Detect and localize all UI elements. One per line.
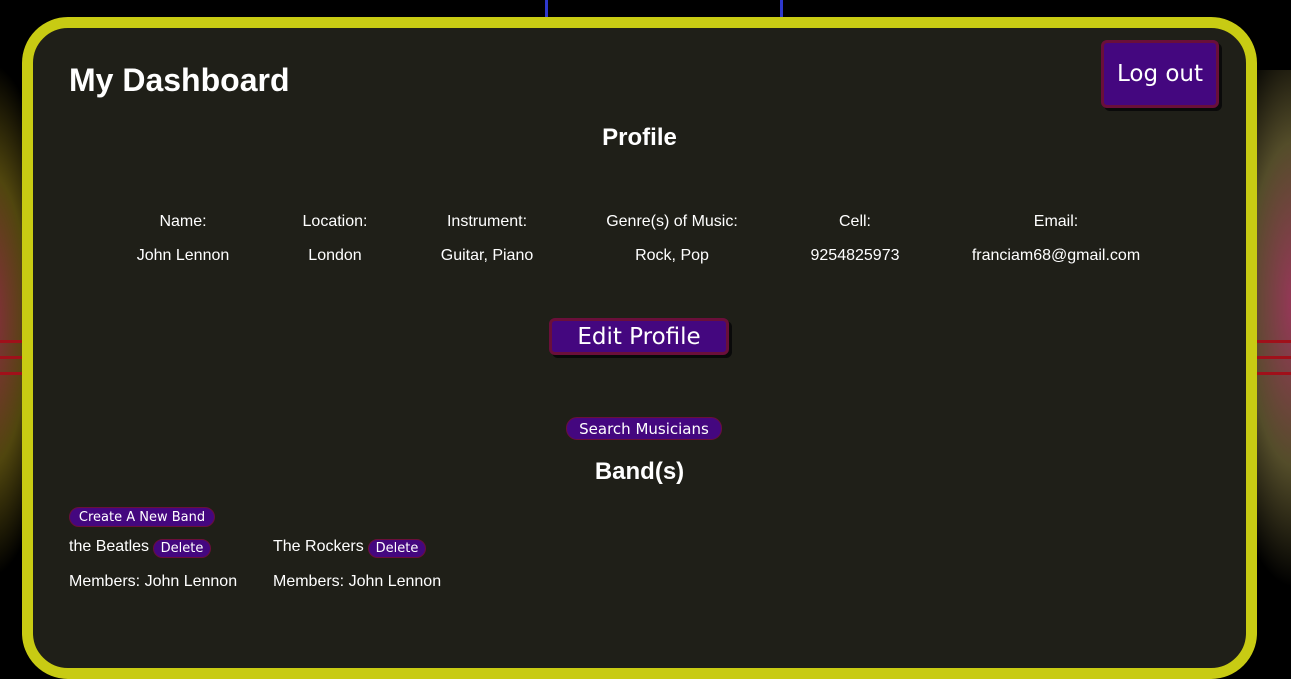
profile-heading: Profile (602, 124, 677, 151)
field-label: Genre(s) of Music: (606, 213, 738, 230)
band-name: the Beatles (69, 538, 150, 555)
field-value: franciam68@gmail.com (971, 247, 1141, 264)
background-stripe (1256, 356, 1291, 359)
background-streak (545, 0, 548, 18)
delete-band-button[interactable]: Delete (153, 539, 211, 558)
background-stripe (0, 356, 22, 359)
field-value: John Lennon (136, 247, 230, 264)
dashboard-panel: My Dashboard Log out Profile Name: John … (22, 17, 1257, 679)
band-members: Members: John Lennon (273, 573, 442, 590)
field-label: Instrument: (446, 213, 528, 230)
band-name: The Rockers (273, 538, 364, 555)
delete-band-button[interactable]: Delete (368, 539, 426, 558)
field-label: Email: (1033, 213, 1079, 230)
background-streak (780, 0, 783, 18)
field-label: Location: (302, 213, 368, 230)
background-stripe (0, 372, 22, 375)
field-value: Rock, Pop (635, 247, 709, 264)
field-value: Guitar, Piano (440, 247, 534, 264)
create-band-button[interactable]: Create A New Band (69, 507, 215, 527)
field-value: 9254825973 (810, 247, 900, 264)
field-label: Cell: (838, 213, 871, 230)
search-musicians-button[interactable]: Search Musicians (566, 417, 722, 440)
band-members: Members: John Lennon (69, 573, 238, 590)
bands-heading: Band(s) (594, 458, 685, 485)
field-value: London (308, 247, 362, 264)
logout-button[interactable]: Log out (1101, 40, 1219, 108)
background-stripe (0, 340, 22, 343)
background-stripe (1256, 372, 1291, 375)
background-stripe (1256, 340, 1291, 343)
field-label: Name: (159, 213, 207, 230)
edit-profile-button[interactable]: Edit Profile (549, 318, 729, 355)
page-title: My Dashboard (69, 62, 290, 98)
